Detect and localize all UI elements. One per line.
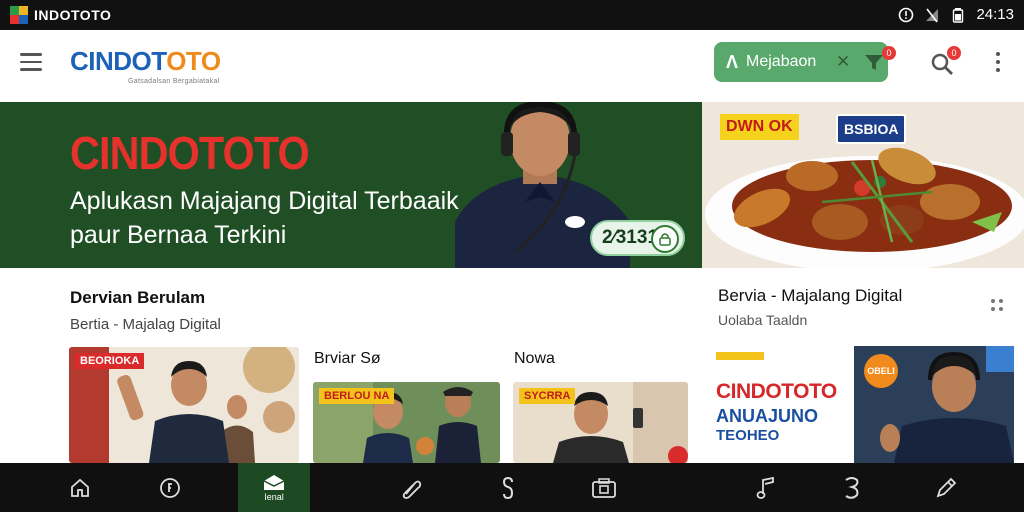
nav-edit[interactable] (926, 463, 966, 512)
promo-card[interactable]: CINDOTOTO ANUAJUNO TEOHEO (716, 348, 852, 463)
nav-music[interactable] (746, 463, 786, 512)
promo-line: TEOHEO (716, 427, 780, 444)
brand-logo[interactable]: CINDOTOTO Gatsadalsan Bergabiatakal (70, 46, 221, 85)
hero-badge[interactable]: 2⁄3131 (590, 220, 685, 256)
section-title: Dervian Berulam (70, 288, 206, 307)
filter-notification-badge: 0 (882, 46, 896, 60)
brand-title-blue: CINDOT (70, 46, 167, 76)
attachment-icon (402, 480, 422, 499)
news-card[interactable]: SYCRRA (513, 382, 688, 463)
a-logo-icon: Λ (726, 51, 739, 72)
promo-title: CINDOTOTO (716, 380, 837, 403)
mail-icon (263, 475, 285, 490)
promo-line: ANUAJUNO (716, 406, 819, 426)
news-card[interactable]: BEORIOKA (69, 347, 299, 463)
search-pill-text: Mejabaon (746, 53, 817, 70)
brand-title-orange: OTO (166, 46, 221, 76)
nav-three[interactable] (832, 463, 872, 512)
signal-off-icon (926, 8, 939, 22)
more-vert-icon[interactable] (996, 52, 1002, 76)
card-tag: BEORIOKA (75, 353, 145, 369)
card-label: Brviar Sø (314, 350, 381, 367)
app-bar: CINDOTOTO Gatsadalsan Bergabiatakal (0, 30, 702, 102)
food-tag: BSBIOA (836, 114, 907, 144)
loop-icon (502, 476, 514, 499)
search-pill[interactable]: Λ Mejabaon ✕ (714, 42, 888, 82)
camera-icon (592, 477, 616, 498)
side-section-subtitle: Uolaba Taaldn (718, 312, 808, 328)
hero-badge-text: 2⁄3131 (602, 227, 659, 248)
news-card[interactable]: BERLOU NA (313, 382, 500, 463)
pencil-icon (936, 477, 957, 497)
info-circle-icon (160, 477, 180, 498)
hero-title: CINDOTOTO (70, 127, 310, 179)
side-section-title: Bervia - Majalang Digital (718, 286, 903, 305)
nav-home[interactable] (60, 463, 100, 512)
battery-icon (953, 7, 964, 23)
nav-loop[interactable] (488, 463, 528, 512)
lock-icon (651, 225, 679, 253)
search-notification-badge: 0 (947, 46, 961, 60)
nav-camera[interactable] (584, 463, 624, 512)
food-tag: DWN OK (720, 114, 799, 140)
home-icon (71, 478, 89, 497)
card-tag: BERLOU NA (319, 388, 395, 404)
close-icon[interactable]: ✕ (836, 52, 850, 72)
hero-banner[interactable]: CINDOTOTO Aplukasn Majajang Digital Terb… (0, 102, 702, 268)
filter-icon[interactable] (864, 53, 884, 71)
status-bar-left: INDOTOTO (10, 6, 111, 24)
number-three-icon (845, 476, 859, 499)
promo-card-badge: OBELI (864, 354, 898, 388)
nav-info[interactable] (150, 463, 190, 512)
section-header: Dervian Berulam Bertia - Majalag Digital (70, 288, 221, 333)
food-banner[interactable]: DWN OK BSBIOA (702, 102, 1024, 268)
alert-circle-icon (899, 7, 914, 22)
hero-subtitle: Aplukasn Majajang Digital Terbaaik paur … (70, 187, 459, 249)
status-time: 24:13 (976, 6, 1014, 23)
promo-image-card[interactable]: OBELI (854, 346, 1014, 463)
bottom-nav-bar: Ienal (0, 463, 1024, 512)
side-pane: Λ Mejabaon ✕ 0 0 DWN OK BSBIOA Bervia - … (702, 30, 1024, 463)
promo-strip (716, 352, 764, 360)
nav-active-label: Ienal (264, 492, 284, 502)
nav-attach[interactable] (392, 463, 432, 512)
drag-handle-icon[interactable] (990, 298, 1004, 312)
music-note-icon (756, 476, 774, 499)
main-pane: CINDOTOTO Gatsadalsan Bergabiatakal CIND… (0, 30, 702, 463)
nav-mail[interactable]: Ienal (238, 463, 310, 512)
card-tag: SYCRRA (519, 388, 576, 404)
card-label: Nowa (514, 350, 555, 367)
brand-tagline: Gatsadalsan Bergabiatakal (128, 78, 220, 85)
status-app-name: INDOTOTO (34, 7, 112, 23)
status-bar-right: 24:13 (898, 6, 1014, 23)
status-bar: INDOTOTO 24:13 (0, 0, 1024, 30)
app-logo-icon (10, 6, 28, 24)
side-section-header: Bervia - Majalang Digital Uolaba Taaldn (718, 286, 902, 328)
section-subtitle: Bertia - Majalag Digital (70, 316, 221, 333)
hamburger-menu-icon[interactable] (20, 53, 42, 71)
